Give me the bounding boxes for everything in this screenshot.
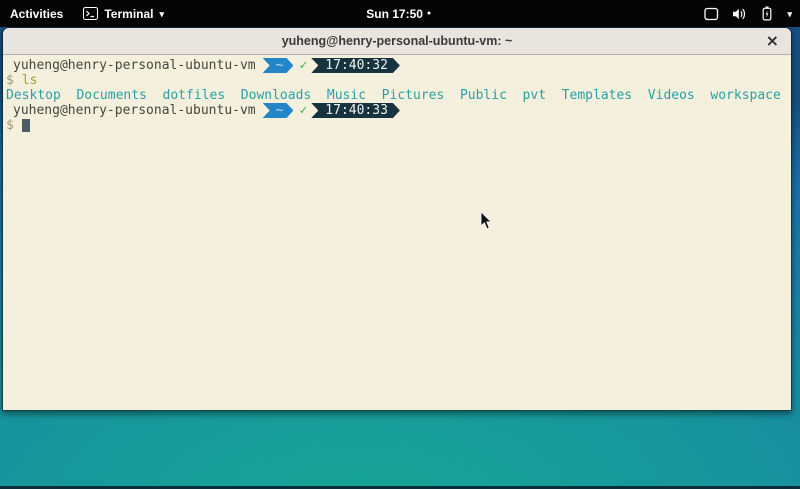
prompt-path-segment: ~ [263,103,294,118]
terminal-icon [83,7,98,20]
terminal-cursor [22,119,30,132]
prompt-time-segment: 17:40:32 [311,58,400,73]
prompt-user: yuheng@henry-personal-ubuntu-vm [13,58,256,73]
notification-dot: ● [427,10,431,17]
gnome-top-bar: Activities Terminal ▾ Sun 17:50 ● [0,0,800,27]
volume-icon [732,7,747,21]
display-icon [704,7,719,21]
top-bar-left: Activities Terminal ▾ [0,7,164,21]
input-line: $ [3,118,791,133]
battery-charging-icon [760,6,774,21]
prompt-path: ~ [276,58,284,73]
prompt-status-check-icon: ✓ [299,103,307,118]
command-line: $ ls [3,73,791,88]
prompt-symbol: $ [6,118,14,133]
typed-command: ls [22,73,38,88]
system-status-menu[interactable]: ▾ [704,0,792,27]
prompt-status-check-icon: ✓ [299,58,307,73]
prompt-symbol: $ [6,73,14,88]
clock-menu[interactable]: Sun 17:50 ● [366,0,431,27]
prompt-user: yuheng@henry-personal-ubuntu-vm [13,103,256,118]
terminal-window: yuheng@henry-personal-ubuntu-vm: ~ × yuh… [2,27,792,411]
prompt-time-segment: 17:40:33 [311,103,400,118]
ls-output-line: Desktop Documents dotfiles Downloads Mus… [3,88,791,103]
prompt-line: yuheng@henry-personal-ubuntu-vm ~ ✓ 17:4… [3,58,791,73]
prompt-path-segment: ~ [263,58,294,73]
prompt-time: 17:40:32 [325,58,388,73]
activities-button[interactable]: Activities [10,7,63,21]
close-button[interactable]: × [766,30,779,52]
titlebar[interactable]: yuheng@henry-personal-ubuntu-vm: ~ × [3,28,791,55]
prompt-time: 17:40:33 [325,103,388,118]
window-title: yuheng@henry-personal-ubuntu-vm: ~ [282,34,513,48]
chevron-down-icon: ▾ [159,10,164,19]
app-menu-label: Terminal [104,7,153,21]
prompt-path: ~ [276,103,284,118]
clock-label: Sun 17:50 [366,7,423,21]
app-menu-terminal[interactable]: Terminal ▾ [83,7,164,21]
chevron-down-icon: ▾ [787,10,792,19]
terminal-content[interactable]: yuheng@henry-personal-ubuntu-vm ~ ✓ 17:4… [3,55,791,410]
prompt-line: yuheng@henry-personal-ubuntu-vm ~ ✓ 17:4… [3,103,791,118]
